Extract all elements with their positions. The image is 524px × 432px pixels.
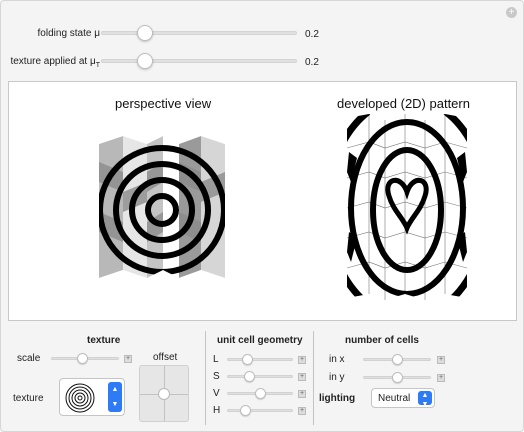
geometry-H-slider[interactable] [227,409,293,412]
geometry-param-label: S [213,371,220,382]
offset-pad[interactable] [139,365,189,422]
plot-area: perspective view developed (2D) pattern [8,81,517,321]
geometry-L-slider[interactable] [227,358,293,361]
scale-label: scale [17,353,41,364]
offset-label: offset [153,352,178,363]
texture-dropdown[interactable]: ▲ ▼ [59,378,125,416]
texture-label: texture [13,393,44,404]
geometry-S-slider-thumb[interactable] [244,371,255,382]
geometry-S-slider[interactable] [227,375,293,378]
developed-pattern-graphic [347,114,467,300]
lighting-chevron-updown-icon[interactable]: ▲ ▼ [418,391,432,408]
texture-panel-title: texture [87,335,121,346]
lighting-label: lighting [319,393,356,404]
folding-state-label: folding state μ [37,28,100,39]
plus-icon[interactable]: + [506,7,517,18]
app-frame: + folding state μ 0.2 texture applied at… [0,0,524,432]
scale-plus-icon[interactable]: + [124,355,132,363]
in-y-slider-thumb[interactable] [392,372,403,383]
chevron-updown-icon[interactable]: ▲ ▼ [108,382,122,412]
in-y-plus-icon[interactable]: + [437,374,445,382]
developed-pattern-title: developed (2D) pattern [337,96,470,111]
concentric-circles-icon [65,383,95,413]
divider-2 [313,331,314,425]
in-x-slider-thumb[interactable] [392,354,403,365]
geometry-H-slider-thumb[interactable] [240,405,251,416]
geometry-S-plus-icon[interactable]: + [298,373,306,381]
geometry-L-slider-thumb[interactable] [242,354,253,365]
lighting-value: Neutral [378,393,411,404]
geometry-V-plus-icon[interactable]: + [298,390,306,398]
offset-pad-thumb[interactable] [158,388,170,400]
divider-1 [205,331,206,425]
geometry-L-plus-icon[interactable]: + [298,356,306,364]
texture-applied-value: 0.2 [305,57,319,68]
geometry-param-label: H [213,405,221,416]
geometry-param-label: V [213,388,220,399]
scale-slider-thumb[interactable] [77,353,88,364]
folding-state-slider-thumb[interactable] [137,25,153,41]
texture-applied-label: texture applied at μT [10,56,100,69]
lighting-dropdown[interactable]: Neutral ▲ ▼ [371,388,435,408]
unit-cell-geometry-title: unit cell geometry [217,335,303,346]
folding-state-value: 0.2 [305,29,319,40]
texture-applied-slider-thumb[interactable] [137,53,153,69]
in-x-label: in x [329,354,345,365]
geometry-param-label: L [213,354,219,365]
in-x-plus-icon[interactable]: + [437,356,445,364]
folding-state-slider[interactable] [101,31,297,35]
texture-applied-slider[interactable] [101,59,297,63]
in-y-label: in y [329,372,345,383]
texture-applied-label-row: texture applied at μT [1,53,100,71]
folding-state-label-row: folding state μ [1,25,100,43]
geometry-V-slider-thumb[interactable] [255,388,266,399]
perspective-view-graphic [99,136,225,278]
number-of-cells-title: number of cells [345,335,419,346]
geometry-H-plus-icon[interactable]: + [298,407,306,415]
perspective-view-title: perspective view [115,96,212,111]
